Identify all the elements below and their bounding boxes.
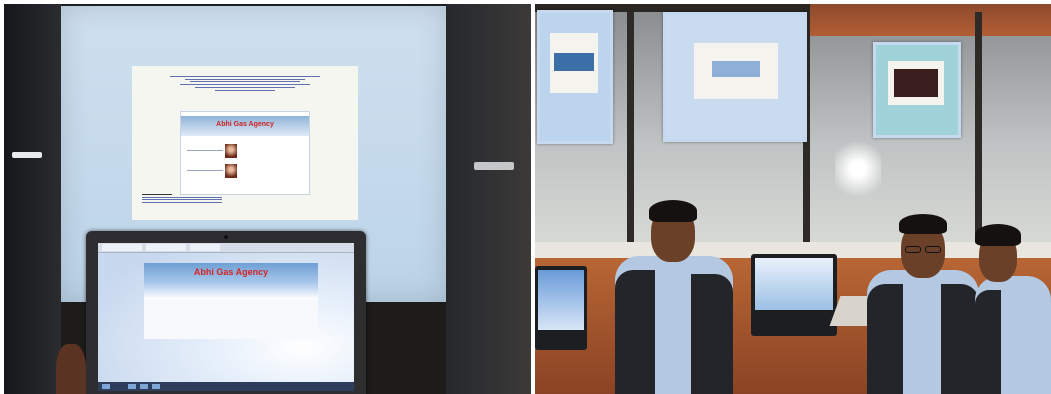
vest [691,274,733,394]
student-left [593,200,753,394]
right-photo [535,4,1051,394]
ceiling-light [474,162,514,170]
projected-footer [142,192,348,205]
glasses-icon [905,246,921,253]
laptop-screen [755,258,833,310]
start-icon [102,384,110,389]
dark-wall-left [4,4,61,394]
poster-right [873,42,961,138]
hair [899,214,947,234]
poster-left [537,10,613,144]
taskbar [98,382,354,391]
student-right [965,220,1051,394]
photo-thumbnail [225,164,237,178]
hair [975,224,1021,246]
monitor-screen [538,270,584,330]
browser-tab [102,244,142,251]
wood-panel [810,4,1051,36]
browser-tab [146,244,186,251]
vest [615,270,655,394]
taskbar-app-icon [152,384,160,389]
poster-image [554,53,594,71]
dark-wall-right [446,4,531,394]
projected-slide: Abhi Gas Agency [132,66,358,220]
projected-website-screenshot: Abhi Gas Agency [180,111,310,195]
laptop [751,254,837,336]
laptop-website-title: Abhi Gas Agency [193,267,269,277]
vest [867,284,903,394]
poster-center [663,12,807,142]
browser-tab [190,244,220,251]
poster-image [894,69,938,97]
light-glare [835,139,881,199]
ceiling-light [12,152,42,158]
thumb-row [187,150,223,151]
taskbar-app-icon [140,384,148,389]
photo-thumbnail [225,144,237,158]
glasses-icon [925,246,941,253]
taskbar-app-icon [128,384,136,389]
website-content [144,299,318,339]
projected-heading [152,74,338,93]
poster-image [712,61,760,77]
hand [56,344,86,394]
desktop-monitor [535,266,587,350]
webcam-icon [224,235,228,239]
laptop-screen: Abhi Gas Agency [98,243,354,391]
hair [649,200,697,222]
thumb-row [187,170,223,171]
vest [975,290,1001,394]
browser-tab-bar [98,243,354,253]
left-photo: Abhi Gas Agency Abhi Gas Agency [4,4,531,394]
projected-website-title: Abhi Gas Agency [216,121,274,128]
laptop: Abhi Gas Agency [86,231,366,394]
